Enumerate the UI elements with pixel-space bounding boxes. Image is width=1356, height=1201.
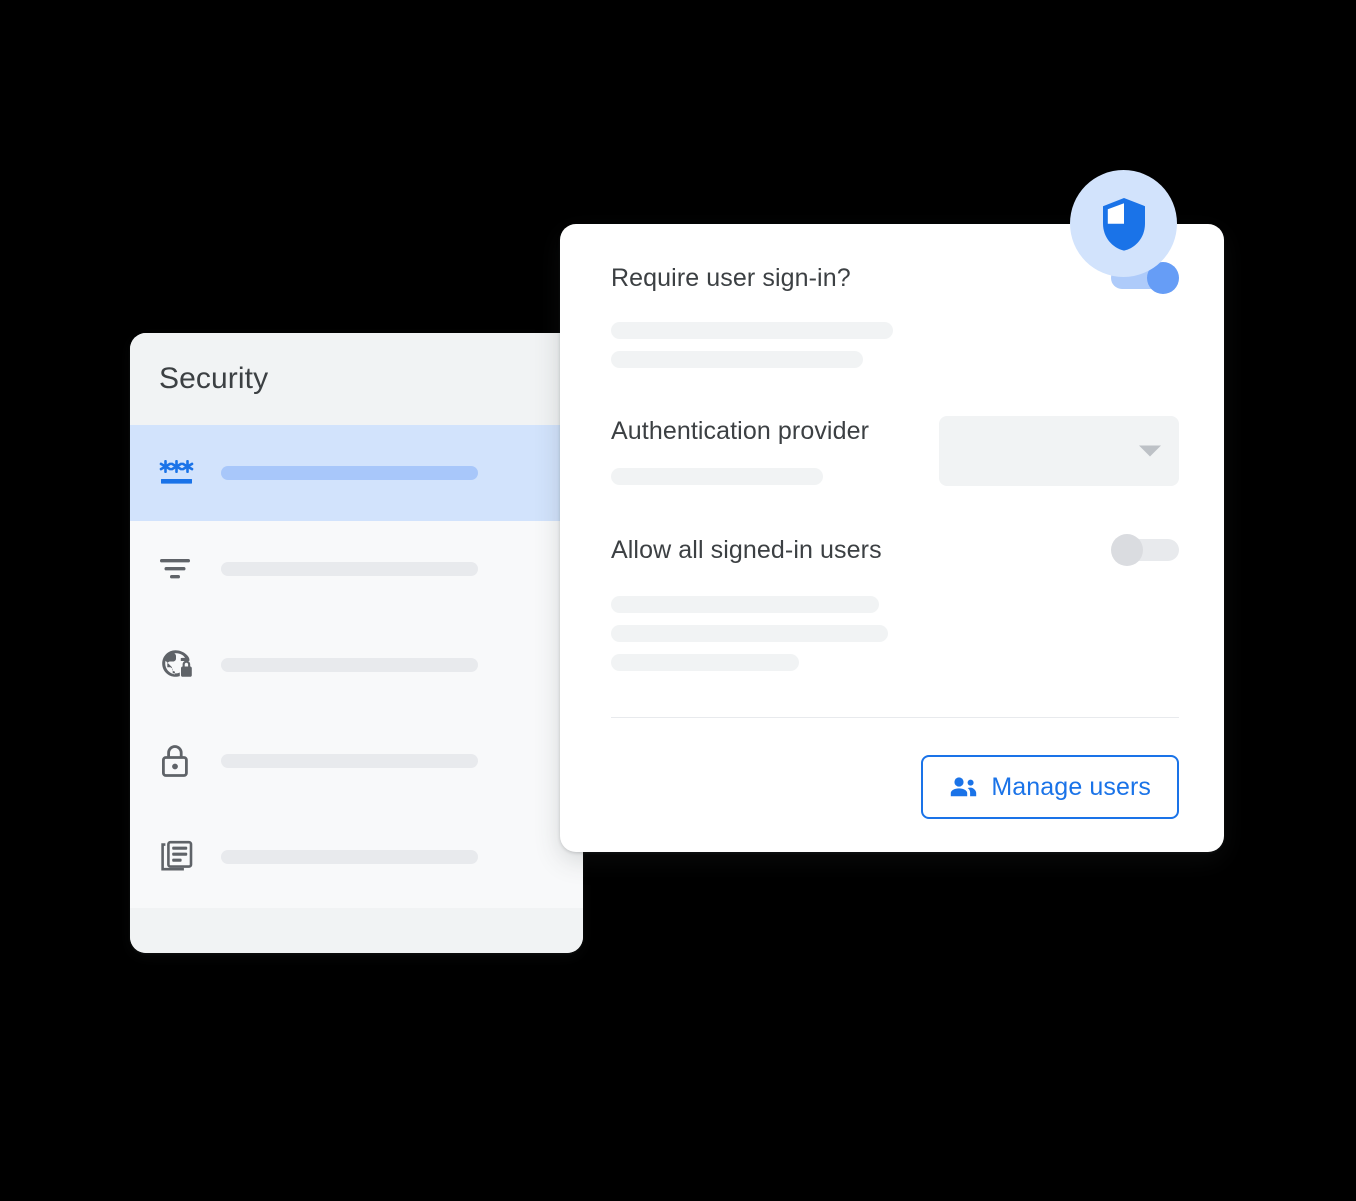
article-stack-icon: [159, 835, 203, 879]
section-divider: [611, 717, 1179, 718]
field-label: Allow all signed-in users: [611, 535, 882, 564]
password-icon: [159, 451, 203, 495]
allow-all-signed-in-users-toggle[interactable]: [1111, 534, 1179, 566]
description-placeholder-line: [611, 351, 863, 368]
description-placeholder-line: [611, 468, 823, 485]
field-require-user-signin: Require user sign-in?: [611, 256, 1179, 368]
page-title: Security: [159, 362, 269, 395]
nav-footer: [130, 908, 583, 953]
sidebar-item-label: [221, 754, 478, 768]
people-icon: [949, 776, 977, 798]
chevron-down-icon: [1139, 445, 1161, 457]
sidebar-item-filter[interactable]: [130, 521, 583, 617]
security-nav-card: Security: [130, 333, 583, 953]
illustration-stage: Security Require user sign-in? Authentic…: [0, 0, 1356, 1201]
field-label: Require user sign-in?: [611, 263, 851, 292]
sidebar-item-label: [221, 658, 478, 672]
shield-icon: [1099, 196, 1149, 252]
nav-header: Security: [130, 333, 583, 425]
sidebar-item-passwords[interactable]: [130, 425, 583, 521]
sidebar-item-network-security[interactable]: [130, 617, 583, 713]
description-placeholder-line: [611, 625, 888, 642]
security-settings-card: Require user sign-in? Authentication pro…: [560, 224, 1224, 852]
description-placeholder-line: [611, 596, 879, 613]
sidebar-item-label: [221, 466, 478, 480]
field-label: Authentication provider: [611, 417, 870, 445]
field-header: Authentication provider: [611, 416, 1179, 486]
filter-icon: [159, 547, 203, 591]
sidebar-item-label: [221, 850, 478, 864]
nav-list: [130, 425, 583, 905]
sidebar-item-label: [221, 562, 478, 576]
manage-users-label: Manage users: [991, 772, 1151, 801]
padlock-icon: [159, 739, 203, 783]
manage-users-button[interactable]: Manage users: [921, 755, 1179, 819]
authentication-provider-select[interactable]: [939, 416, 1179, 486]
field-authentication-provider: Authentication provider: [611, 416, 1179, 486]
field-allow-all-signed-in-users: Allow all signed-in users: [611, 528, 1179, 671]
settings-content: Require user sign-in? Authentication pro…: [611, 256, 1179, 819]
sidebar-item-audit-logs[interactable]: [130, 809, 583, 905]
toggle-knob: [1111, 534, 1143, 566]
card-actions: Manage users: [611, 755, 1179, 819]
globe-lock-icon: [159, 643, 203, 687]
description-placeholder-line: [611, 654, 799, 671]
description-placeholder-line: [611, 322, 893, 339]
sidebar-item-lock[interactable]: [130, 713, 583, 809]
security-badge: [1070, 170, 1177, 277]
field-header: Allow all signed-in users: [611, 528, 1179, 572]
